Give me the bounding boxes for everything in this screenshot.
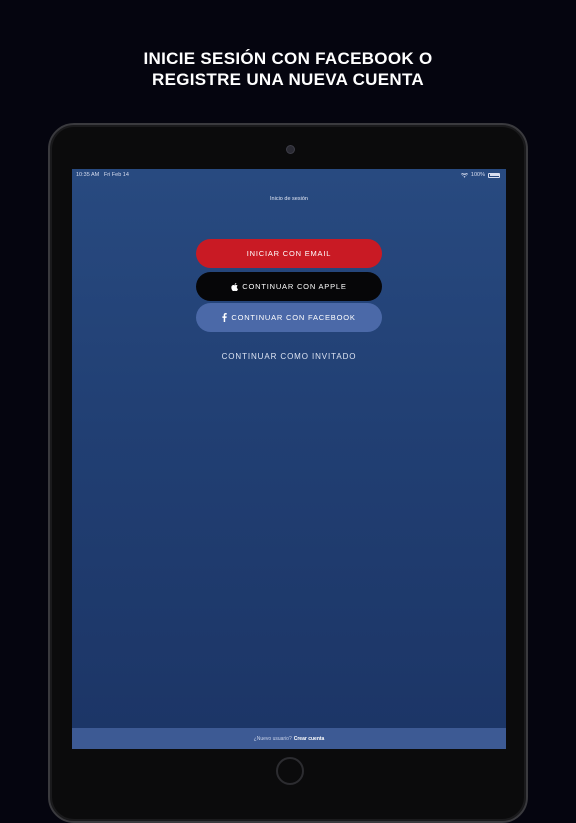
- battery-percent: 100%: [470, 172, 485, 178]
- login-email-button[interactable]: INICIAR CON EMAIL: [196, 239, 382, 268]
- home-button: [276, 757, 304, 785]
- wifi-icon: [460, 172, 468, 178]
- screen-title: Inicio de sesión: [270, 196, 308, 202]
- continue-guest-link[interactable]: CONTINUAR COMO INVITADO: [72, 352, 506, 361]
- camera-icon: [286, 145, 295, 154]
- new-user-question: ¿Nuevo usuario?: [253, 735, 292, 742]
- status-date: Fri Feb 14: [103, 172, 129, 178]
- continue-facebook-label: CONTINUAR CON FACEBOOK: [231, 313, 356, 322]
- apple-icon: [231, 282, 239, 291]
- signup-footer: ¿Nuevo usuario? Crear cuenta: [72, 728, 506, 749]
- create-account-link[interactable]: Crear cuenta: [294, 736, 325, 742]
- continue-apple-label: CONTINUAR CON APPLE: [242, 282, 347, 291]
- headline-line-1: INICIE SESIÓN CON FACEBOOK O: [143, 49, 433, 68]
- status-bar: 10:35 AM Fri Feb 14 100%: [72, 169, 506, 181]
- status-time: 10:35 AM: [76, 172, 100, 178]
- facebook-icon: [222, 313, 228, 322]
- headline-line-2: REGISTRE UNA NUEVA CUENTA: [152, 70, 424, 89]
- tablet-frame: 10:35 AM Fri Feb 14 100% Inicio de sesió…: [48, 123, 528, 823]
- app-screen: 10:35 AM Fri Feb 14 100% Inicio de sesió…: [72, 169, 506, 749]
- continue-facebook-button[interactable]: CONTINUAR CON FACEBOOK: [196, 303, 382, 332]
- login-email-label: INICIAR CON EMAIL: [246, 249, 332, 258]
- promo-headline: INICIE SESIÓN CON FACEBOOK O REGISTRE UN…: [0, 48, 576, 90]
- battery-icon: [488, 172, 500, 178]
- continue-apple-button[interactable]: CONTINUAR CON APPLE: [196, 272, 382, 301]
